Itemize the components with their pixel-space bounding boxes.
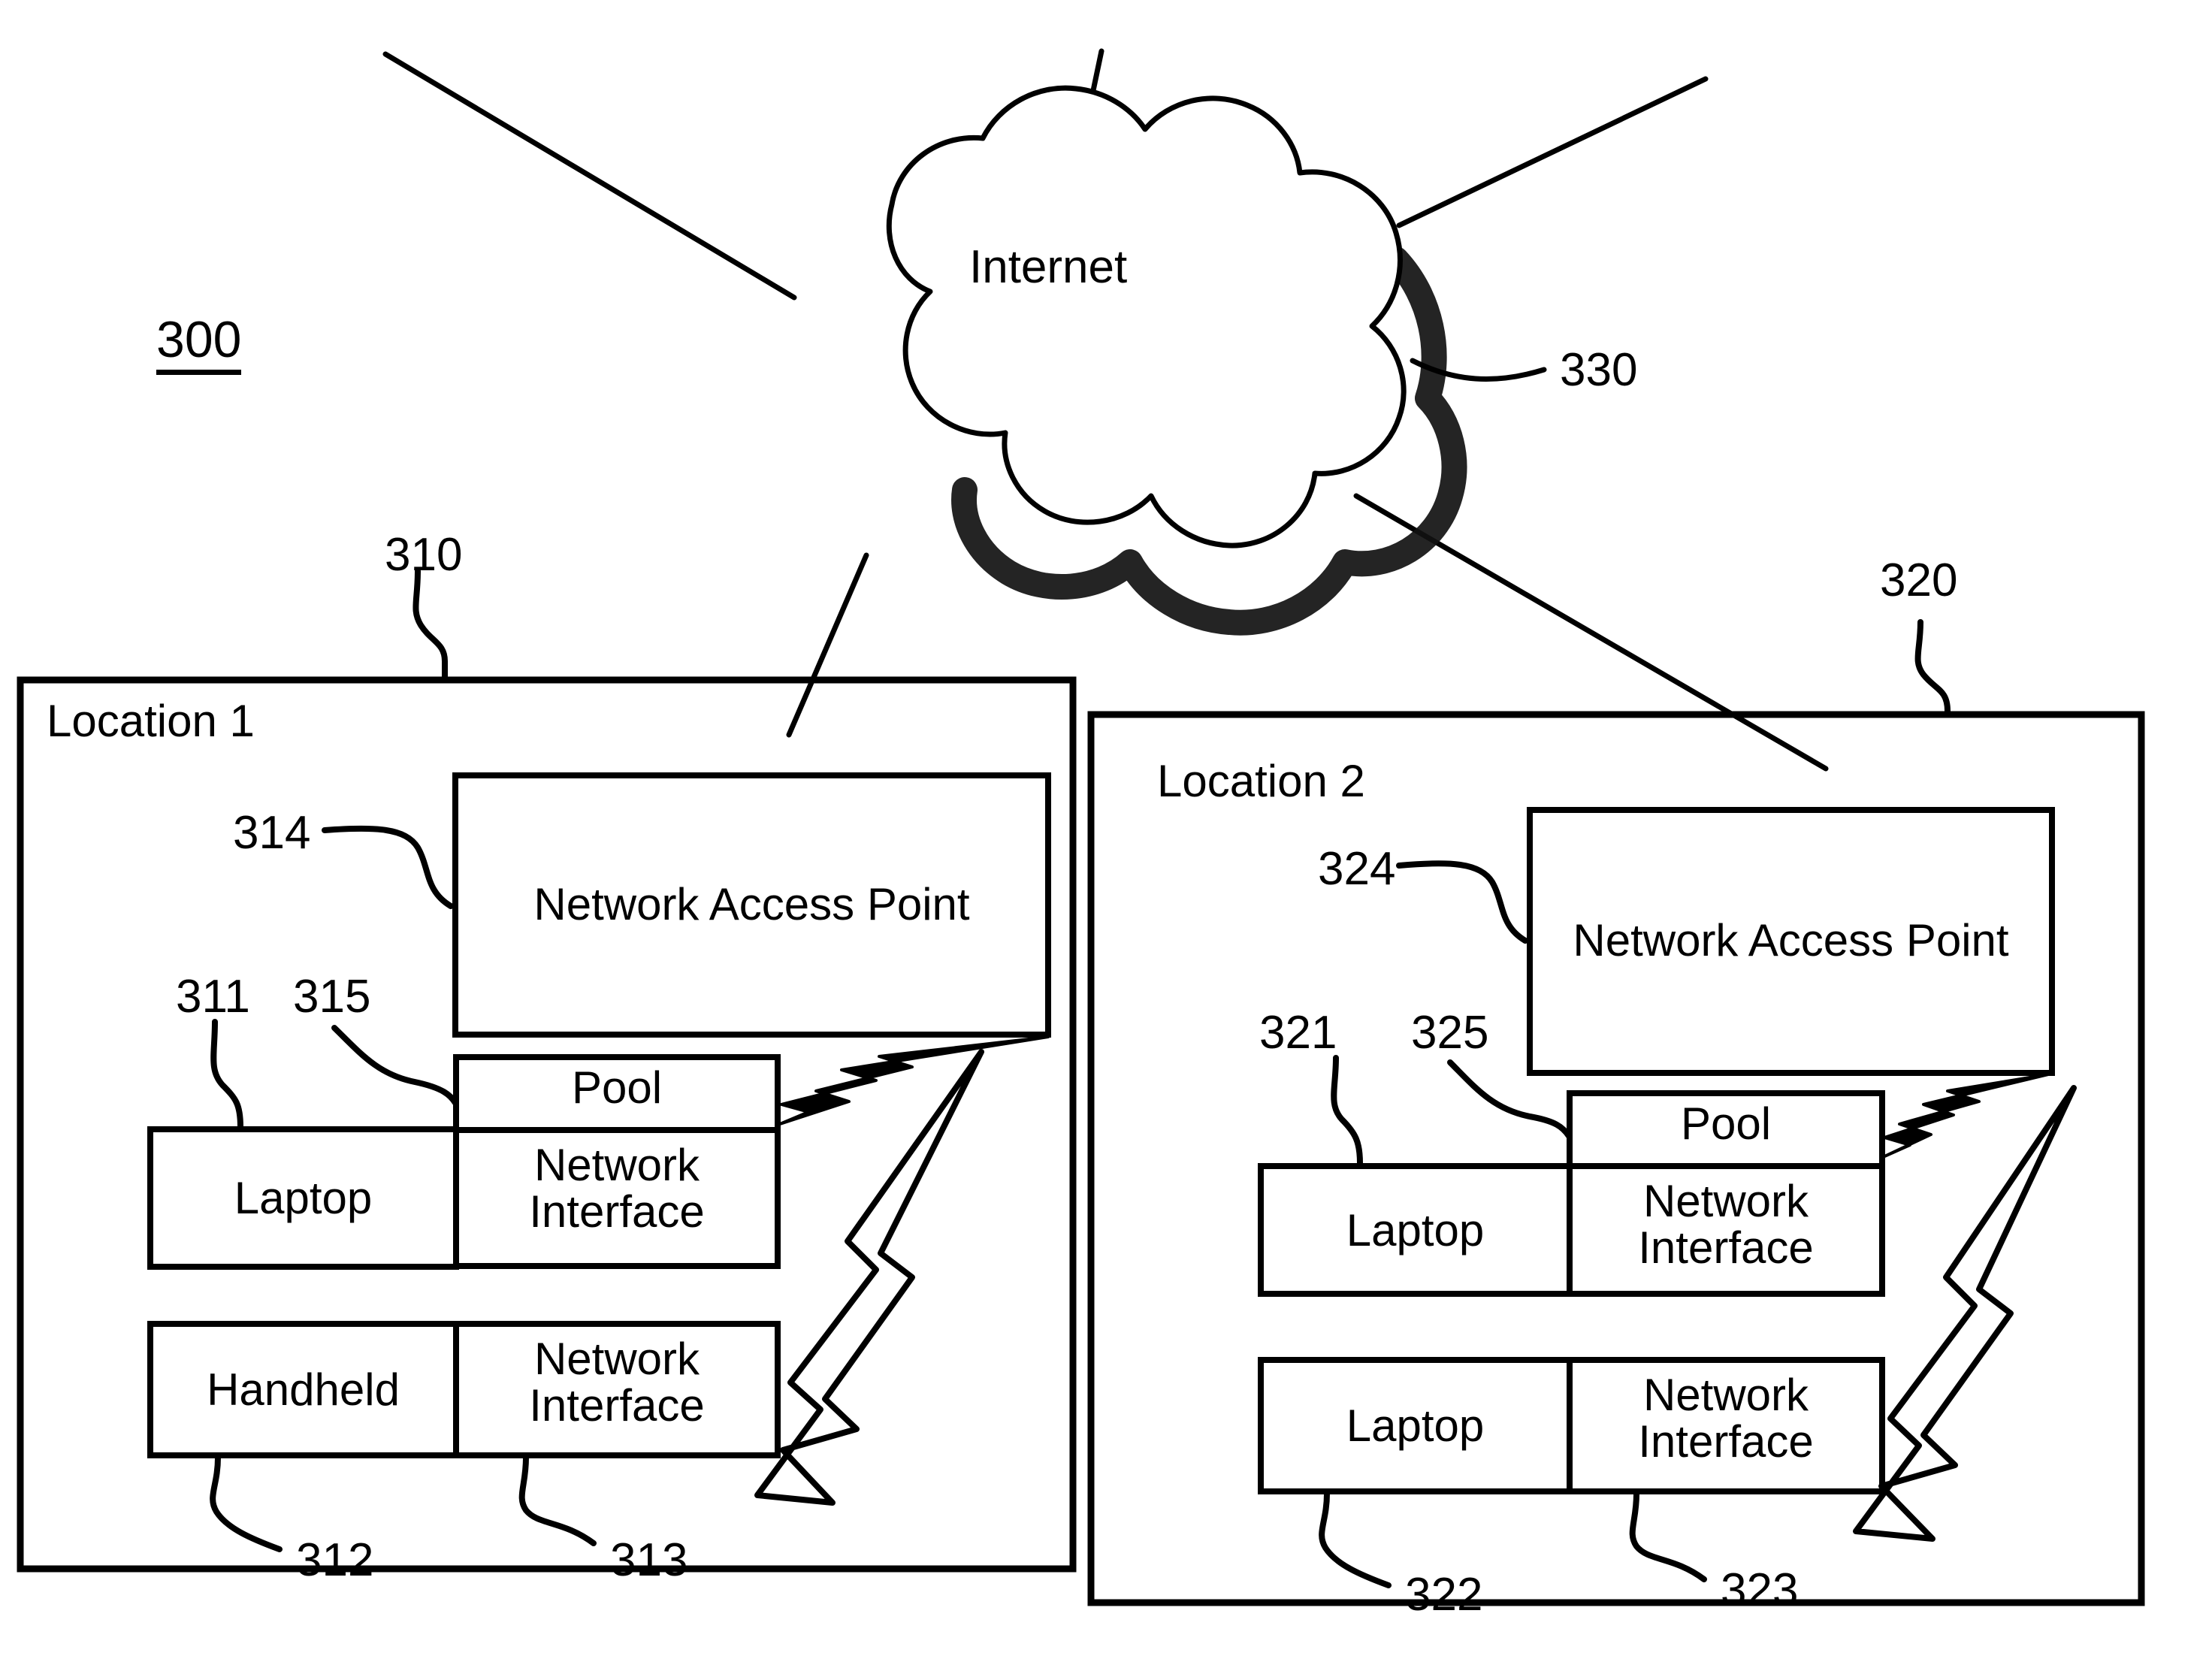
leader-324: [1396, 860, 1528, 944]
location2-wireless-bolt-small: [1881, 1073, 2050, 1159]
ref-311: 311: [176, 971, 250, 1023]
location1-handheld-interface-label: Network Interface: [456, 1336, 778, 1429]
cloud-link-upper-right: [1396, 76, 1709, 228]
ref-315: 315: [293, 971, 371, 1023]
ref-313: 313: [610, 1534, 688, 1586]
location1-handheld-interface-line2: Interface: [529, 1379, 705, 1431]
location2-laptop1-label: Laptop: [1346, 1205, 1485, 1255]
leader-320: [1914, 619, 1951, 718]
ref-322: 322: [1405, 1569, 1483, 1621]
location2-pool-label: Pool: [1680, 1098, 1772, 1149]
ref-312: 312: [296, 1534, 374, 1586]
location1-handheld-label: Handheld: [207, 1364, 400, 1415]
location1-laptop-interface-line1: Network: [533, 1140, 700, 1190]
leader-310: [412, 568, 448, 683]
location2-laptop1-interface-line1: Network: [1642, 1176, 1809, 1226]
location2-laptop2-interface-line1: Network: [1642, 1370, 1809, 1420]
patent-figure-sheet: 300 Internet 330 310 Location 1 314 Netw…: [0, 0, 2212, 1680]
location1-laptop-interface-line2: Interface: [529, 1186, 705, 1237]
location2-laptop2-interface-line2: Interface: [1638, 1416, 1814, 1467]
leader-314: [322, 825, 454, 909]
location2-laptop2-interface-label: Network Interface: [1570, 1372, 1882, 1465]
location1-handheld-interface-line1: Network: [533, 1334, 700, 1384]
leader-322: [1319, 1491, 1392, 1588]
internet-cloud-label: Internet: [969, 241, 1128, 293]
ref-324: 324: [1318, 843, 1396, 895]
location2-laptop1-interface-line2: Interface: [1638, 1222, 1814, 1273]
leader-323: [1629, 1491, 1707, 1582]
location2-laptop1-interface-label: Network Interface: [1570, 1178, 1882, 1271]
location1-pool-label: Pool: [571, 1062, 663, 1113]
location1-laptop-interface-label: Network Interface: [456, 1142, 778, 1235]
leader-312: [210, 1455, 283, 1552]
figure-number: 300: [156, 314, 242, 375]
location2-nap-label: Network Access Point: [1573, 915, 2009, 965]
leader-313: [518, 1455, 597, 1546]
ref-330: 330: [1560, 344, 1638, 396]
ref-321: 321: [1259, 1007, 1337, 1059]
leader-315: [331, 1025, 458, 1106]
ref-310: 310: [385, 529, 463, 581]
location1-title: Location 1: [47, 696, 255, 746]
location1-laptop-label: Laptop: [234, 1173, 373, 1223]
cloud-link-upper-left: [382, 51, 797, 301]
ref-325: 325: [1411, 1007, 1489, 1059]
leader-321: [1331, 1055, 1363, 1166]
leader-311: [210, 1019, 243, 1130]
ref-323: 323: [1721, 1564, 1799, 1616]
ref-320: 320: [1880, 554, 1958, 606]
cloud-outline: [886, 85, 1407, 548]
location1-wireless-bolt-small: [778, 1035, 1050, 1126]
cloud-link-location1: [786, 552, 869, 738]
internet-cloud: [886, 85, 1467, 636]
location1-nap-label: Network Access Point: [533, 879, 970, 929]
location2-laptop2-label: Laptop: [1346, 1401, 1485, 1451]
ref-314: 314: [233, 807, 311, 859]
location2-title: Location 2: [1157, 756, 1365, 806]
